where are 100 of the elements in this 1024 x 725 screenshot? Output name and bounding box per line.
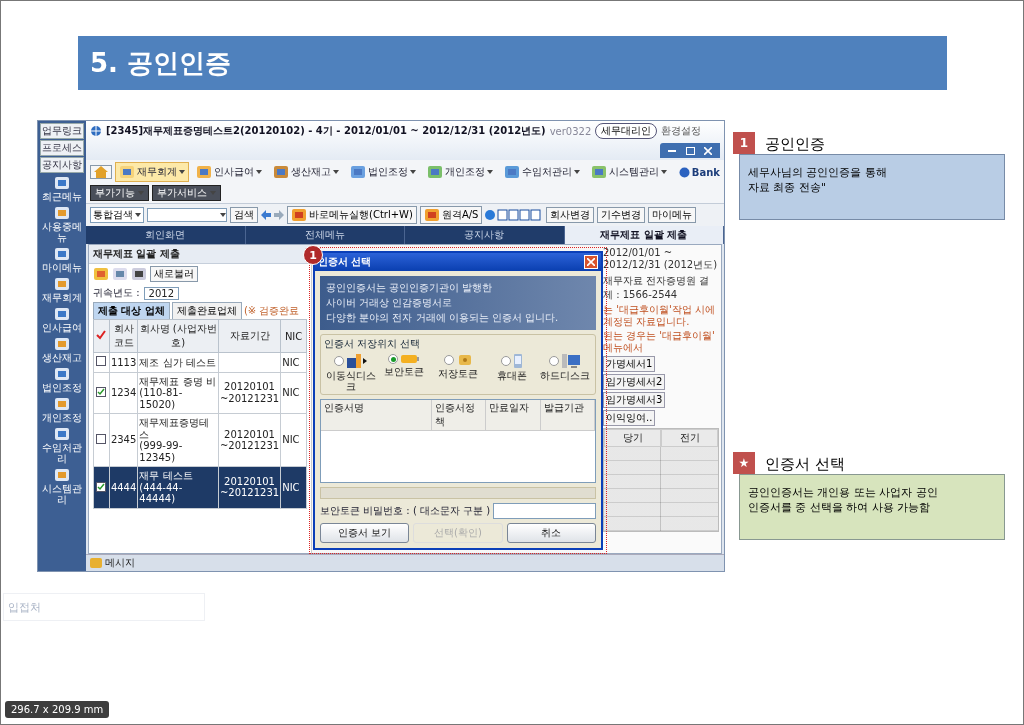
callout-text: 공인인증서는 개인용 또는 사업자 공인 인증서를 중 선택을 하여 사용 가능함 <box>739 474 1005 540</box>
sidebar-item[interactable]: 사용중메뉴 <box>40 204 84 244</box>
close-button[interactable] <box>584 255 598 269</box>
radio-button[interactable] <box>444 355 454 365</box>
sidebar-item[interactable]: 법인조정 <box>40 365 84 394</box>
menu-button[interactable]: 생산재고 <box>269 162 343 182</box>
check-icon <box>96 330 107 340</box>
back-arrow-icon <box>261 210 271 220</box>
sidebar-item[interactable]: 마이메뉴 <box>40 245 84 274</box>
table-cell <box>218 352 281 372</box>
table-cell: NIC <box>280 372 307 414</box>
menu-button[interactable]: 시스템관리 <box>587 162 671 182</box>
app-icon <box>93 266 109 282</box>
table-cell: 1234 <box>109 372 138 414</box>
app-logo-icon <box>90 125 102 137</box>
column-header: 인증서명 <box>321 400 433 430</box>
dialog-button[interactable]: 인증서 보기 <box>320 523 410 543</box>
table-cell: 20120101 ~20121231 <box>218 466 281 508</box>
sidebar-item[interactable]: 최근메뉴 <box>40 174 84 203</box>
menu-button[interactable]: 수임처관리 <box>500 162 584 182</box>
checkmark-icon <box>97 482 106 491</box>
menu-button[interactable]: 인사급여 <box>192 162 266 182</box>
option-label: 이동식디스크 <box>324 370 377 392</box>
toolbar-button[interactable]: 기수변경 <box>597 207 646 223</box>
callout-title: 인증서 선택 <box>765 455 845 474</box>
sidebar-item[interactable]: 개인조정 <box>40 395 84 424</box>
tab[interactable]: 이익잉여.. <box>603 410 656 426</box>
menu-button[interactable]: 부가기능 <box>90 185 149 201</box>
option-label: 하드디스크 <box>540 370 591 381</box>
forward-arrow-icon <box>274 210 284 220</box>
table-row[interactable]: 1113 제조 심가 테스트 NIC <box>93 352 307 372</box>
group-label: 인증서 저장위치 선택 <box>324 337 422 351</box>
menu-button[interactable]: 개인조정 <box>423 162 497 182</box>
checkbox[interactable] <box>96 356 107 366</box>
tab[interactable]: 제출완료업체 <box>171 302 242 319</box>
panel-title: 재무제표 일괄 제출 <box>89 245 311 264</box>
app-icon <box>54 175 70 191</box>
banner-text: 다양한 분야의 전자 거래에 이용되는 인증서 입니다. <box>326 311 560 325</box>
option-label: 저장토큰 <box>438 368 478 379</box>
notice-text: 는 '대급후이월'작업 시에 계정된 자료입니다. <box>603 304 716 328</box>
password-field[interactable] <box>493 503 596 519</box>
checkbox[interactable] <box>96 433 107 444</box>
app-icon <box>427 164 443 180</box>
table-cell: 제조 심가 테스트 <box>137 352 219 372</box>
sidebar-item[interactable]: 시스템관리 <box>40 466 84 506</box>
dialog-button[interactable]: 취소 <box>506 523 596 543</box>
search-field[interactable] <box>147 208 227 222</box>
radio-button[interactable] <box>333 356 344 366</box>
year-field[interactable]: 2012 <box>143 286 179 300</box>
caret-icon <box>487 170 493 174</box>
table-cell: NIC <box>280 413 307 467</box>
settings-link[interactable]: 환경설정 <box>661 124 702 138</box>
toolbar-button[interactable]: 원격A/S <box>419 206 483 224</box>
title-button[interactable]: 세무대리인 <box>595 123 658 139</box>
sidebar-item[interactable]: 재무회계 <box>40 275 84 304</box>
tab[interactable]: 임가명세서3 <box>603 392 666 408</box>
caret-icon <box>574 170 580 174</box>
app-icon <box>54 276 70 292</box>
caret-icon <box>256 170 262 174</box>
table-cell: 1113 <box>109 352 138 372</box>
app-icon <box>54 366 70 382</box>
sidebar-link[interactable]: 업무링크 <box>40 123 84 139</box>
checkbox[interactable] <box>96 387 107 397</box>
app-icon <box>54 306 70 322</box>
column-header: 인증서정책 <box>432 400 487 430</box>
status-text: 메시지 <box>105 556 135 570</box>
menu-button[interactable]: 재무회계 <box>115 162 189 182</box>
radio-button[interactable] <box>549 356 560 366</box>
close-icon <box>704 146 712 155</box>
sidebar-link[interactable]: 공지사항 <box>40 157 84 173</box>
year-label: 귀속년도 : <box>93 286 140 300</box>
reload-button[interactable]: 새로불러 <box>150 266 198 282</box>
callout-text: 세무사님의 공인인증을 통해 자료 최종 전송" <box>739 154 1005 220</box>
search-button[interactable]: 검색 <box>230 207 258 223</box>
column-header: 발급기관 <box>540 400 595 430</box>
column-header: NIC <box>280 319 307 353</box>
radio-button[interactable] <box>500 356 511 366</box>
menu-button[interactable]: 법인조정 <box>346 162 420 182</box>
toolbar-button[interactable]: 바로메뉴실행(Ctrl+W) <box>287 206 417 224</box>
tab[interactable]: 임가명세서2 <box>603 374 666 390</box>
minimize-icon <box>668 149 676 152</box>
home-button[interactable] <box>90 165 112 179</box>
tab[interactable]: 제출 대상 업체 <box>93 302 170 319</box>
notice-text: 된는 경우는 '대급후이월' 메뉴에서 <box>603 330 716 354</box>
radio-button[interactable] <box>388 354 399 364</box>
toolbar-button[interactable]: 마이메뉴 <box>648 207 697 223</box>
sidebar-link[interactable]: 프로세스 <box>40 140 84 156</box>
checkbox[interactable] <box>96 481 107 492</box>
menu-button[interactable]: 부가서비스 <box>152 185 221 201</box>
sidebar-item[interactable]: 수임처관리 <box>40 425 84 465</box>
sidebar-item[interactable]: 생산재고 <box>40 335 84 364</box>
search-scope-dropdown[interactable]: 통합검색 <box>90 207 144 223</box>
tab[interactable]: 재무제표 일괄 제출 <box>564 226 724 244</box>
contact-text: 재무자료 전자증명원 결제 : 1566-2544 <box>603 274 711 302</box>
tab[interactable]: 가명세서1 <box>603 356 656 372</box>
security-token-icon <box>400 353 421 365</box>
sidebar-item[interactable]: 인사급여 <box>40 305 84 334</box>
toolbar-button[interactable]: 회사변경 <box>546 207 595 223</box>
table-cell: 4444 <box>109 466 138 508</box>
usb-drive-icon <box>345 353 368 369</box>
